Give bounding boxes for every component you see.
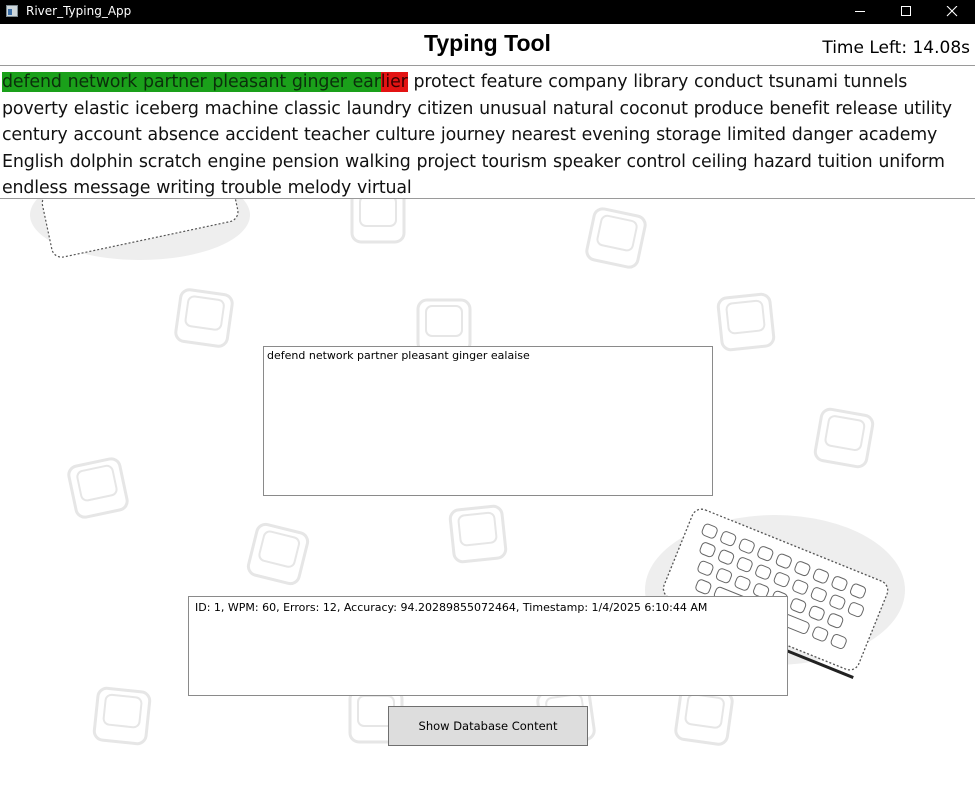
passage-typed-wrong: lier xyxy=(380,72,408,92)
database-results-box[interactable]: ID: 1, WPM: 60, Errors: 12, Accuracy: 94… xyxy=(188,596,788,696)
typing-input[interactable]: defend network partner pleasant ginger e… xyxy=(263,346,713,496)
passage-typed-correct: defend network partner pleasant ginger e… xyxy=(2,72,381,92)
typing-passage: defend network partner pleasant ginger e… xyxy=(0,65,975,199)
show-database-content-button[interactable]: Show Database Content xyxy=(388,706,588,746)
time-left-label: Time Left: 14.08s xyxy=(822,38,970,58)
